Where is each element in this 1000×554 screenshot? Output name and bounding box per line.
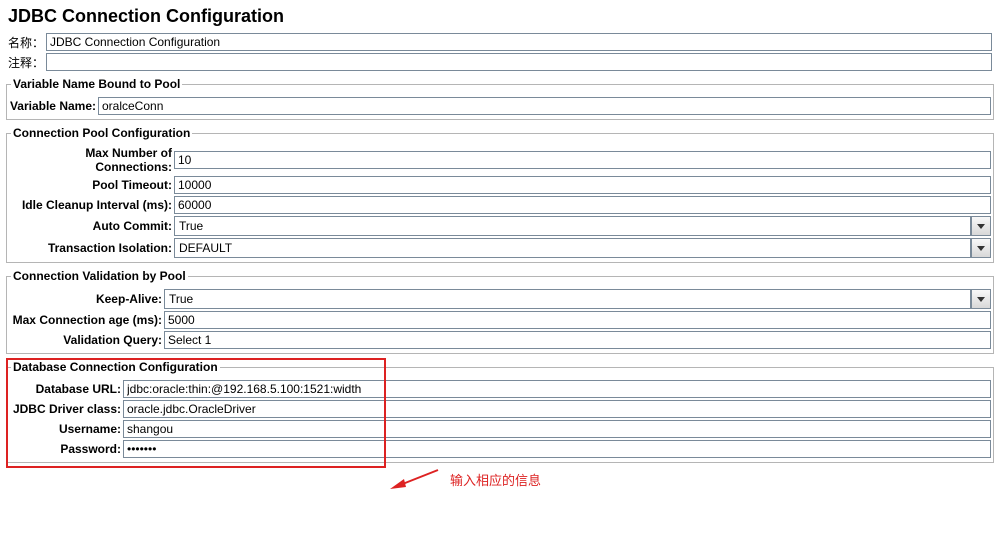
chevron-down-icon	[977, 224, 985, 229]
username-label: Username:	[9, 422, 123, 436]
pool-legend: Connection Pool Configuration	[11, 126, 192, 140]
db-url-input[interactable]	[123, 380, 991, 398]
pool-timeout-label: Pool Timeout:	[9, 178, 174, 192]
max-age-input[interactable]	[164, 311, 991, 329]
db-fieldset: Database Connection Configuration Databa…	[6, 360, 994, 463]
auto-commit-label: Auto Commit:	[9, 219, 174, 233]
validation-legend: Connection Validation by Pool	[11, 269, 188, 283]
name-label: 名称：	[8, 34, 46, 51]
annotation-text: 输入相应的信息	[450, 470, 541, 489]
auto-commit-dropdown-button[interactable]	[971, 216, 991, 236]
keep-alive-label: Keep-Alive:	[9, 292, 164, 306]
keep-alive-dropdown[interactable]: True	[164, 289, 971, 309]
val-query-input[interactable]	[164, 331, 991, 349]
comment-label: 注释：	[8, 54, 46, 71]
val-query-label: Validation Query:	[9, 333, 164, 347]
idle-input[interactable]	[174, 196, 991, 214]
variable-name-label: Variable Name:	[9, 99, 98, 113]
max-age-label: Max Connection age (ms):	[9, 313, 164, 327]
tx-iso-dropdown[interactable]: DEFAULT	[174, 238, 971, 258]
auto-commit-dropdown[interactable]: True	[174, 216, 971, 236]
variable-name-input[interactable]	[98, 97, 991, 115]
validation-fieldset: Connection Validation by Pool Keep-Alive…	[6, 269, 994, 354]
idle-label: Idle Cleanup Interval (ms):	[9, 198, 174, 212]
max-conn-label: Max Number of Connections:	[9, 146, 174, 174]
chevron-down-icon	[977, 297, 985, 302]
pool-fieldset: Connection Pool Configuration Max Number…	[6, 126, 994, 263]
tx-iso-label: Transaction Isolation:	[9, 241, 174, 255]
arrow-icon	[390, 467, 440, 491]
db-legend: Database Connection Configuration	[11, 360, 220, 374]
password-input[interactable]	[123, 440, 991, 458]
variable-fieldset: Variable Name Bound to Pool Variable Nam…	[6, 77, 994, 120]
password-label: Password:	[9, 442, 123, 456]
db-url-label: Database URL:	[9, 382, 123, 396]
max-conn-input[interactable]	[174, 151, 991, 169]
driver-input[interactable]	[123, 400, 991, 418]
variable-legend: Variable Name Bound to Pool	[11, 77, 182, 91]
pool-timeout-input[interactable]	[174, 176, 991, 194]
annotation: 输入相应的信息	[390, 467, 541, 491]
tx-iso-dropdown-button[interactable]	[971, 238, 991, 258]
name-input[interactable]	[46, 33, 992, 51]
page-title: JDBC Connection Configuration	[0, 0, 1000, 31]
chevron-down-icon	[977, 246, 985, 251]
driver-label: JDBC Driver class:	[9, 402, 123, 416]
keep-alive-dropdown-button[interactable]	[971, 289, 991, 309]
username-input[interactable]	[123, 420, 991, 438]
comment-input[interactable]	[46, 53, 992, 71]
